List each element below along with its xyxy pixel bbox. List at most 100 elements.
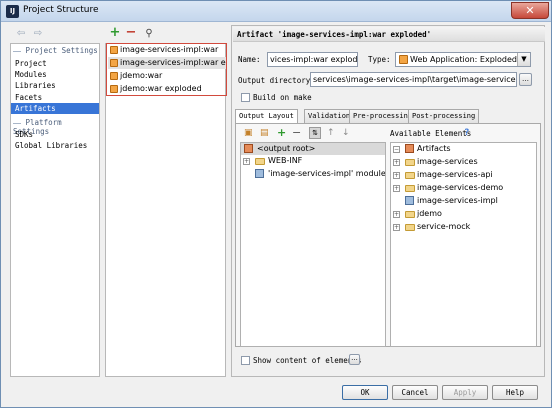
output-directory-label: Output directory:	[238, 76, 315, 85]
output-directory-field[interactable]: services\image-services-impl\target\imag…	[310, 72, 517, 87]
tab-pre-processing[interactable]: Pre-processing	[349, 109, 417, 123]
type-value: Web Application: Exploded	[410, 55, 517, 64]
add-icon[interactable]: +	[109, 26, 121, 39]
collapse-icon[interactable]: −	[393, 146, 400, 153]
archive-icon[interactable]: ▤	[260, 128, 269, 139]
show-content-label: Show content of elements	[253, 356, 362, 365]
module-node[interactable]: image-services	[404, 156, 478, 168]
apply-button[interactable]: Apply	[442, 385, 488, 400]
module-node[interactable]: image-services-impl	[404, 195, 498, 207]
chevron-down-icon: ▼	[517, 53, 530, 66]
war-artifact-icon	[110, 59, 118, 67]
output-root-node[interactable]: <output root>	[241, 143, 385, 155]
output-root-label: <output root>	[257, 144, 316, 153]
module-output-node[interactable]: 'image-services-impl' module: 'W	[254, 168, 385, 180]
web-inf-node[interactable]: WEB-INF	[254, 155, 302, 167]
war-artifact-icon	[110, 72, 118, 80]
browse-output-button[interactable]: …	[519, 73, 532, 86]
module-node[interactable]: image-services-demo	[404, 182, 503, 194]
type-label: Type:	[368, 55, 391, 64]
sort-icon[interactable]: ⇅	[309, 127, 321, 139]
artifact-name-field[interactable]: vices-impl:war exploded	[267, 52, 358, 67]
available-elements-label: Available Elements	[390, 129, 472, 138]
more-options-button[interactable]: ...	[349, 354, 360, 365]
artifacts-list: image-services-impl:war image-services-i…	[106, 43, 227, 96]
module-folder-icon	[405, 211, 415, 218]
module-node-label: service-mock	[417, 222, 471, 231]
module-icon	[255, 169, 264, 178]
intellij-icon: IJ	[6, 5, 19, 18]
web-application-icon	[399, 55, 408, 64]
nav-item-facets[interactable]: Facets	[11, 92, 99, 103]
module-output-label: 'image-services-impl' module: 'W	[268, 169, 385, 178]
nav-item-sdks[interactable]: SDKs	[11, 129, 99, 140]
module-folder-icon	[405, 224, 415, 231]
remove-icon[interactable]: −	[125, 26, 137, 39]
module-node[interactable]: image-services-api	[404, 169, 493, 181]
build-on-make-checkbox[interactable]	[241, 93, 250, 102]
add-element-icon[interactable]: +	[277, 127, 286, 138]
artifact-item[interactable]: image-services-impl:war	[108, 44, 226, 56]
project-structure-window: IJ Project Structure ✕ ⇦ ⇨ Project Setti…	[0, 0, 552, 408]
settings-nav-panel: Project Settings Project Modules Librari…	[10, 43, 100, 377]
artifact-label: image-services-impl:war	[120, 45, 219, 54]
artifact-type-select[interactable]: Web Application: Exploded ▼	[395, 52, 531, 67]
close-button[interactable]: ✕	[511, 2, 549, 19]
show-content-checkbox[interactable]	[241, 356, 250, 365]
folder-icon[interactable]: ▣	[244, 128, 253, 139]
back-arrow-icon[interactable]: ⇦	[15, 28, 27, 40]
module-node[interactable]: jdemo	[404, 208, 442, 220]
expand-icon[interactable]: +	[243, 158, 250, 165]
artifact-label: image-services-impl:war exploded	[120, 58, 226, 67]
artifact-label: jdemo:war	[120, 71, 163, 80]
move-down-icon[interactable]: ↓	[342, 128, 350, 139]
tab-validation[interactable]: Validation	[304, 109, 355, 123]
output-root-icon	[244, 144, 253, 153]
web-inf-label: WEB-INF	[268, 156, 303, 165]
folder-icon	[255, 158, 265, 165]
nav-item-artifacts[interactable]: Artifacts	[11, 103, 99, 114]
nav-item-libraries[interactable]: Libraries	[11, 80, 99, 91]
module-node-label: image-services	[417, 157, 478, 166]
remove-element-icon[interactable]: −	[292, 127, 301, 138]
build-on-make-label: Build on make	[253, 93, 312, 102]
module-node-label: image-services-api	[417, 170, 493, 179]
forward-arrow-icon[interactable]: ⇨	[32, 28, 44, 40]
module-folder-icon	[405, 159, 415, 166]
artifact-item[interactable]: jdemo:war exploded	[108, 83, 226, 95]
expand-icon[interactable]: +	[393, 185, 400, 192]
artifacts-node[interactable]: Artifacts	[404, 143, 451, 155]
nav-item-modules[interactable]: Modules	[11, 69, 99, 80]
module-node-label: image-services-demo	[417, 183, 504, 192]
artifact-item-selected[interactable]: image-services-impl:war exploded	[108, 57, 226, 69]
cancel-button[interactable]: Cancel	[392, 385, 438, 400]
tab-output-layout[interactable]: Output Layout	[235, 109, 298, 124]
artifact-label: jdemo:war exploded	[120, 84, 202, 93]
find-icon[interactable]: ⚲	[143, 28, 155, 40]
artifacts-icon	[405, 144, 414, 153]
help-button[interactable]: Help	[492, 385, 538, 400]
nav-item-project[interactable]: Project	[11, 58, 99, 69]
project-settings-header: Project Settings	[13, 46, 98, 55]
war-artifact-icon	[110, 46, 118, 54]
ok-button[interactable]: OK	[342, 385, 388, 400]
move-up-icon[interactable]: ↑	[327, 128, 335, 139]
module-folder-icon	[405, 172, 415, 179]
nav-item-global-libraries[interactable]: Global Libraries	[11, 140, 99, 151]
tab-post-processing[interactable]: Post-processing	[408, 109, 480, 123]
module-node-label: image-services-impl	[417, 196, 498, 205]
module-icon	[405, 196, 414, 205]
help-icon[interactable]: ?	[464, 128, 469, 138]
expand-icon[interactable]: +	[393, 159, 400, 166]
module-node-label: jdemo	[417, 209, 442, 218]
title-bar[interactable]: IJ Project Structure ✕	[1, 1, 551, 22]
module-node[interactable]: service-mock	[404, 221, 470, 233]
expand-icon[interactable]: +	[393, 172, 400, 179]
expand-icon[interactable]: +	[393, 211, 400, 218]
war-artifact-icon	[110, 85, 118, 93]
name-label: Name:	[238, 55, 261, 64]
expand-icon[interactable]: +	[393, 224, 400, 231]
module-folder-icon	[405, 185, 415, 192]
artifact-item[interactable]: jdemo:war	[108, 70, 226, 82]
artifacts-node-label: Artifacts	[417, 144, 451, 153]
